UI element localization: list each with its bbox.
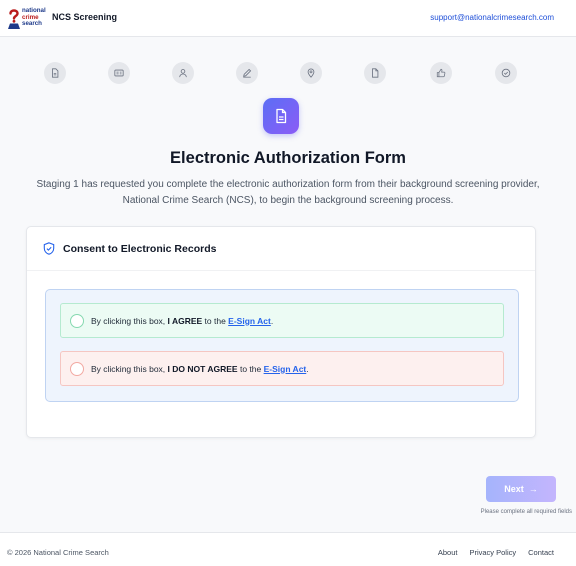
agree-label: By clicking this box, I AGREE to the E-S…: [91, 315, 274, 326]
check-circle-icon: [501, 68, 511, 78]
footer-link-about[interactable]: About: [438, 548, 458, 557]
step-document: [44, 62, 66, 84]
step-location: [300, 62, 322, 84]
footer-link-contact[interactable]: Contact: [528, 548, 554, 557]
copyright-text: © 2026 National Crime Search: [7, 548, 109, 557]
disagree-radio[interactable]: [70, 361, 84, 376]
disagree-label: By clicking this box, I DO NOT AGREE to …: [91, 363, 309, 374]
step-user: [172, 62, 194, 84]
consent-options-group: By clicking this box, I AGREE to the E-S…: [45, 289, 519, 402]
user-icon: [179, 69, 187, 78]
app-title: NCS Screening: [52, 12, 118, 22]
page-footer: © 2026 National Crime Search About Priva…: [0, 532, 576, 566]
esign-act-link[interactable]: E-Sign Act: [228, 316, 271, 326]
step-check: [495, 62, 517, 84]
page-title: Electronic Authorization Form: [170, 149, 406, 167]
top-header: national crime search NCS Screening supp…: [0, 0, 576, 37]
support-email-link[interactable]: support@nationalcrimesearch.com: [430, 13, 554, 22]
edit-icon: [243, 68, 252, 78]
question-mark-person-icon: [8, 9, 20, 29]
footer-link-privacy-policy[interactable]: Privacy Policy: [469, 548, 516, 557]
footer-links: About Privacy Policy Contact: [438, 548, 554, 557]
page-description: Staging 1 has requested you complete the…: [36, 179, 540, 206]
next-label: Next: [504, 484, 524, 494]
arrow-right-icon: →: [528, 484, 538, 494]
step-edit: [236, 62, 258, 84]
document-icon: [52, 68, 59, 78]
required-fields-note: Please complete all required fields: [480, 509, 572, 515]
next-button[interactable]: Next →: [486, 476, 556, 502]
step-file: [364, 62, 386, 84]
step-id-card: [108, 62, 130, 84]
card-header: Consent to Electronic Records: [27, 227, 535, 271]
consent-card: Consent to Electronic Records By clickin…: [26, 226, 536, 438]
id-card-icon: [114, 69, 124, 77]
step-thumbs-up: [430, 62, 452, 84]
document-icon: [276, 108, 287, 124]
esign-act-link[interactable]: E-Sign Act: [264, 364, 307, 374]
disagree-option[interactable]: By clicking this box, I DO NOT AGREE to …: [60, 351, 504, 386]
location-pin-icon: [307, 68, 315, 78]
agree-radio[interactable]: [70, 313, 84, 328]
logo-wordmark: national crime search: [22, 7, 46, 28]
form-document-badge: [263, 98, 299, 134]
ncs-logo[interactable]: national crime search: [7, 7, 46, 29]
card-title: Consent to Electronic Records: [63, 243, 217, 255]
agree-option[interactable]: By clicking this box, I AGREE to the E-S…: [60, 303, 504, 338]
shield-check-icon: [43, 242, 55, 255]
thumbs-up-icon: [436, 68, 446, 78]
file-icon: [372, 68, 379, 78]
